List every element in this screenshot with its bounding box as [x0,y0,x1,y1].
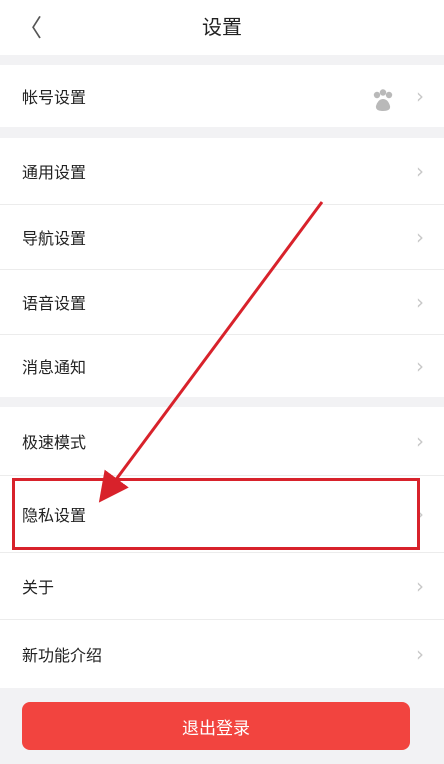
chevron-right-icon: › [416,225,424,249]
settings-item-notifications[interactable]: 消息通知 › [0,335,444,397]
chevron-right-icon: › [416,642,424,666]
settings-item-general[interactable]: 通用设置 › [0,138,444,204]
item-label: 导航设置 [22,229,87,248]
settings-item-whats-new[interactable]: 新功能介绍 › [0,620,444,688]
chevron-right-icon: › [416,290,424,314]
top-bar: 〈 设置 [0,0,444,55]
item-label: 消息通知 [22,358,87,377]
chevron-right-icon: › [416,574,424,598]
item-label: 极速模式 [22,433,87,452]
chevron-right-icon: › [416,429,424,453]
item-label: 关于 [22,578,55,597]
settings-item-about[interactable]: 关于 › [0,553,444,619]
chevron-right-icon: › [416,159,424,183]
settings-item-privacy[interactable]: 隐私设置 › [0,476,444,552]
chevron-right-icon: › [416,354,424,378]
item-label: 语音设置 [22,294,87,313]
settings-item-navigation[interactable]: 导航设置 › [0,205,444,269]
chevron-right-icon: › [416,84,424,108]
item-label: 帐号设置 [22,88,87,107]
baidu-paw-icon [373,89,393,111]
settings-item-fast-mode[interactable]: 极速模式 › [0,407,444,475]
item-label: 新功能介绍 [22,646,103,665]
chevron-right-icon: › [416,502,424,526]
item-label: 通用设置 [22,163,87,182]
item-label: 隐私设置 [22,506,87,525]
logout-button[interactable]: 退出登录 [22,702,410,750]
settings-item-voice[interactable]: 语音设置 › [0,270,444,334]
page-title: 设置 [202,15,242,39]
